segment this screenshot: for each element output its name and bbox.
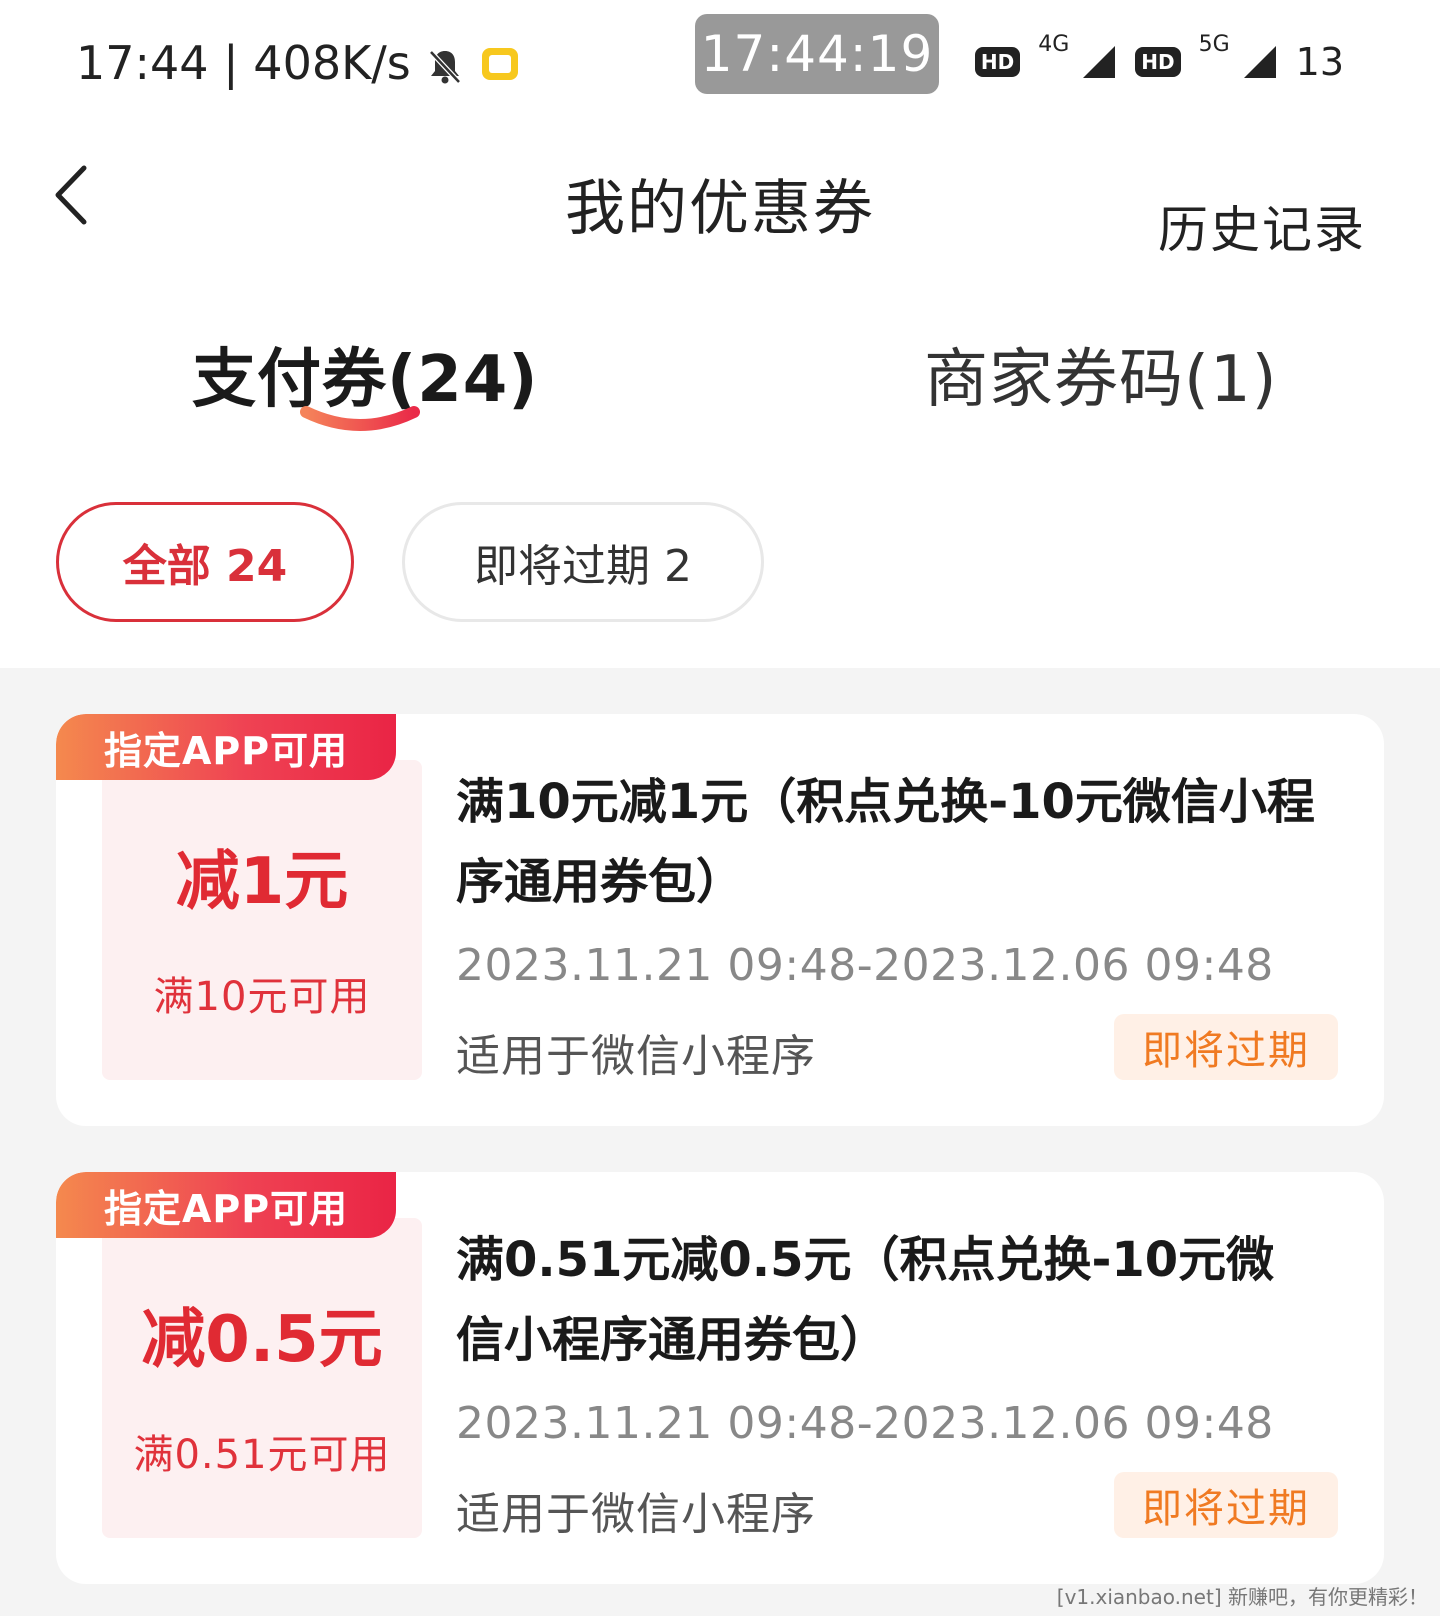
status-left: 17:44 | 408K/s <box>76 36 521 90</box>
signal-icon <box>1081 44 1117 80</box>
filter-all-chip[interactable]: 全部 24 <box>56 502 354 622</box>
coupon-discount: 减0.5元 <box>141 1303 383 1377</box>
coupon-scope: 适用于微信小程序 <box>456 1031 816 1082</box>
status-bar: 17:44 | 408K/s 17:44:19 HD 4G HD 5G 13 <box>0 0 1440 120</box>
hd-badge: HD <box>1135 47 1181 77</box>
status-time-speed: 17:44 | 408K/s <box>76 36 411 90</box>
expiring-badge: 即将过期 <box>1114 1472 1338 1538</box>
network-type-label: 4G <box>1038 32 1070 57</box>
coupon-threshold: 满0.51元可用 <box>133 1432 391 1478</box>
history-link[interactable]: 历史记录 <box>1158 190 1366 262</box>
coupon-card[interactable]: 减1元 满10元可用 指定APP可用 满10元减1元（积点兑换-10元微信小程序… <box>56 714 1384 1126</box>
coupon-title: 满0.51元减0.5元（积点兑换-10元微信小程序通用券包） <box>456 1232 1275 1368</box>
coupon-list: 减1元 满10元可用 指定APP可用 满10元减1元（积点兑换-10元微信小程序… <box>0 668 1440 1616</box>
coupon-card[interactable]: 减0.5元 满0.51元可用 指定APP可用 满0.51元减0.5元（积点兑换-… <box>56 1172 1384 1584</box>
coupon-value-panel: 减1元 满10元可用 <box>102 760 422 1080</box>
signal-icon <box>1242 44 1278 80</box>
filter-expiring-chip[interactable]: 即将过期 2 <box>402 502 764 622</box>
battery-level: 13 <box>1295 40 1344 84</box>
status-clock: 17:44:19 <box>695 14 939 94</box>
hd-badge: HD <box>974 47 1021 77</box>
tab-merchant-codes[interactable]: 商家券码(1) <box>924 328 1278 420</box>
network-type-label: 5G <box>1198 32 1230 57</box>
coupon-discount: 减1元 <box>175 845 349 919</box>
app-only-tag: 指定APP可用 <box>56 714 396 780</box>
watermark: [v1.xianbao.net] 新赚吧，有你更精彩！ <box>1056 1585 1428 1609</box>
coupon-title: 满10元减1元（积点兑换-10元微信小程序通用券包） <box>456 774 1315 910</box>
coupon-scope: 适用于微信小程序 <box>456 1489 816 1540</box>
expiring-badge: 即将过期 <box>1114 1014 1338 1080</box>
coupon-value-panel: 减0.5元 满0.51元可用 <box>102 1218 422 1538</box>
app-only-tag: 指定APP可用 <box>56 1172 396 1238</box>
bell-muted-icon <box>425 43 465 84</box>
coupon-validity: 2023.11.21 09:48-2023.12.06 09:48 <box>456 1398 1274 1449</box>
coupon-validity: 2023.11.21 09:48-2023.12.06 09:48 <box>456 940 1274 991</box>
coupon-threshold: 满10元可用 <box>153 974 371 1020</box>
active-tab-indicator <box>300 406 420 431</box>
status-right: HD 4G HD 5G 13 <box>974 32 1344 84</box>
note-icon <box>479 42 521 84</box>
